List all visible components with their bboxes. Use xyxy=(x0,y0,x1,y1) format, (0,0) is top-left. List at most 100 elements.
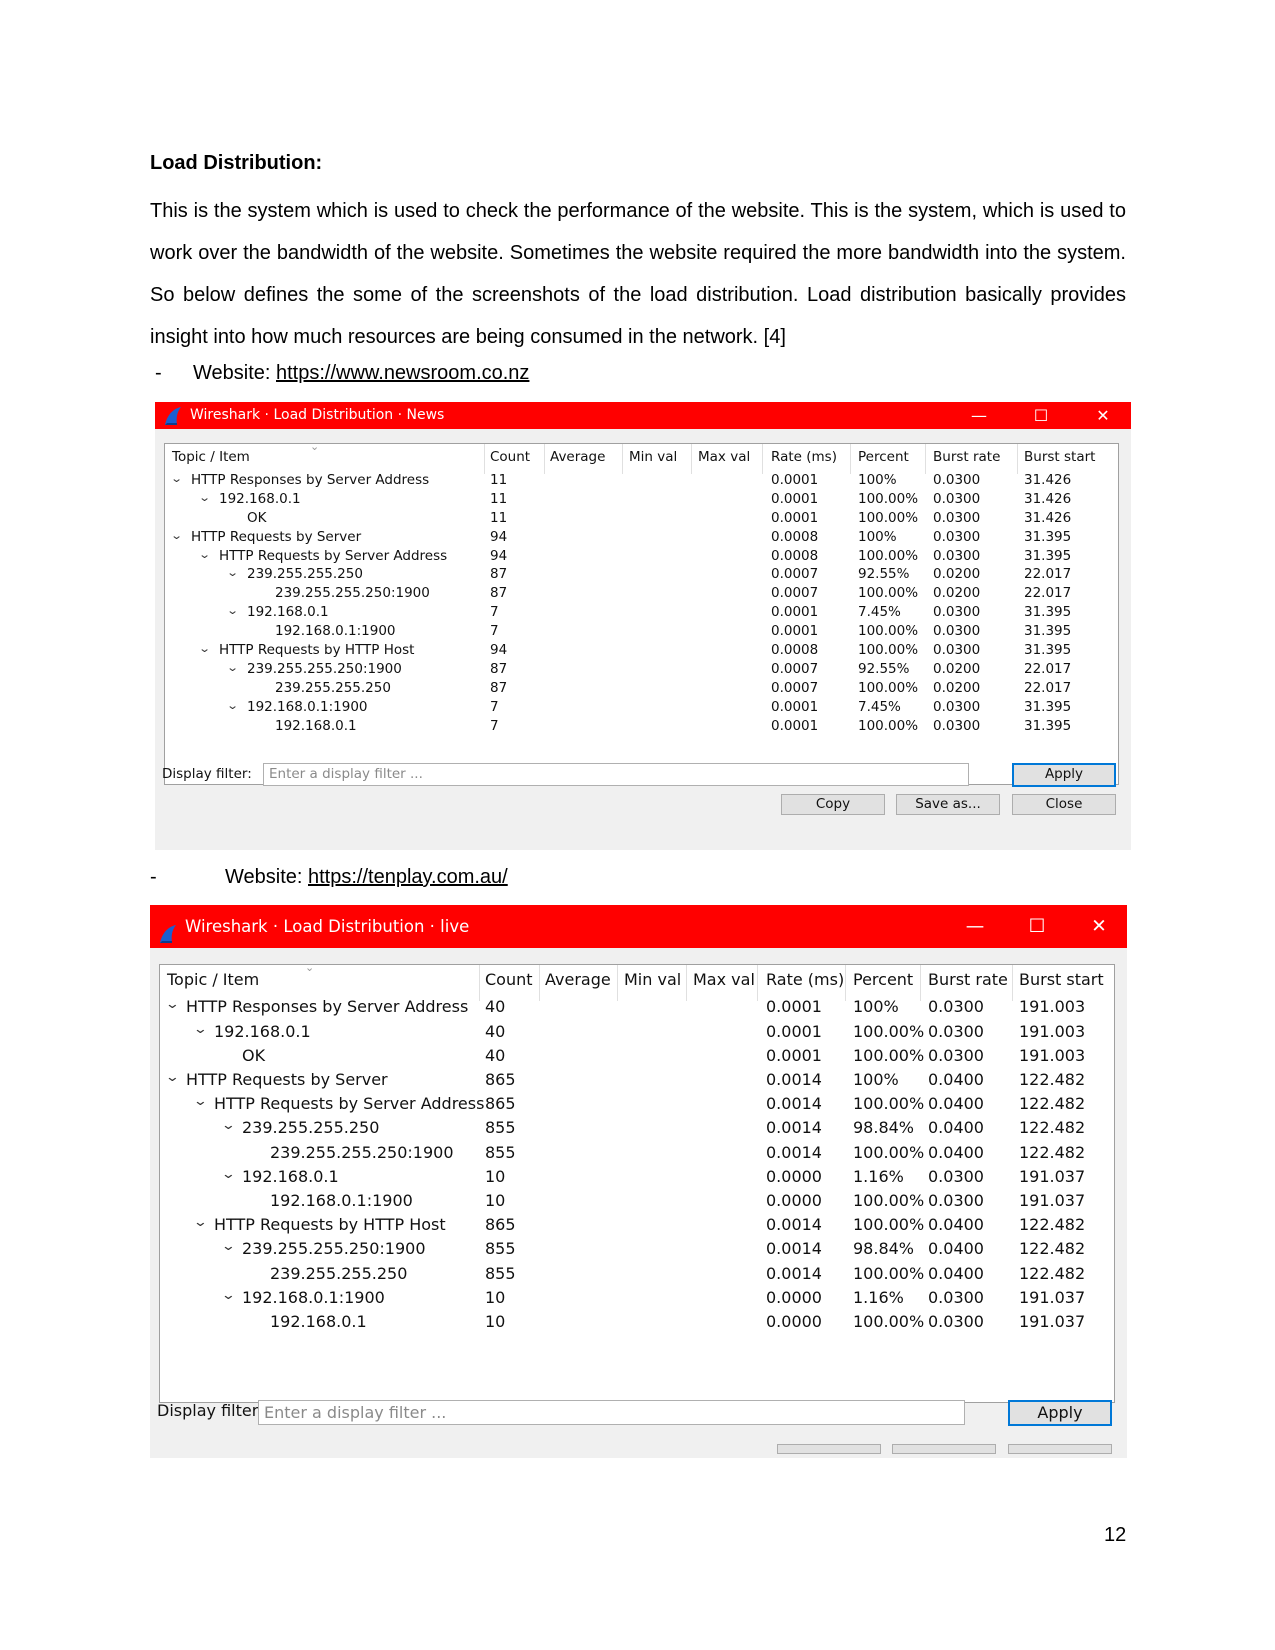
column-header-burst-rate[interactable]: Burst rate xyxy=(933,449,1000,465)
table-row[interactable]: 239.255.255.250 855 0.0014 100.00% 0.0400 122… xyxy=(160,1264,1114,1288)
column-header-count[interactable]: Count xyxy=(490,449,530,465)
close-button[interactable]: ✕ xyxy=(1079,905,1119,948)
table-row[interactable]: ⌄ HTTP Responses by Server Address 40 0.000… xyxy=(160,997,1114,1021)
column-header-count[interactable]: Count xyxy=(485,970,533,989)
table-row[interactable]: ⌄ 192.168.0.1 10 0.0000 1.16% 0.0300 191.037 xyxy=(160,1167,1114,1191)
copy-button[interactable]: Copy xyxy=(781,794,885,815)
apply-button[interactable]: Apply xyxy=(1012,763,1116,787)
dialog-button[interactable] xyxy=(1008,1444,1112,1454)
column-separator[interactable] xyxy=(544,444,545,474)
column-header-average[interactable]: Average xyxy=(545,970,611,989)
dialog-button[interactable] xyxy=(892,1444,996,1454)
table-row[interactable]: ⌄ 239.255.255.250 855 0.0014 98.84% 0.0400 122… xyxy=(160,1118,1114,1142)
table-row[interactable]: ⌄ 192.168.0.1:1900 7 0.0001 7.45% 0.0300 31.39… xyxy=(165,699,1118,718)
column-separator[interactable] xyxy=(925,444,926,474)
expand-chevron-icon[interactable]: ⌄ xyxy=(226,566,239,579)
column-separator[interactable] xyxy=(762,444,763,474)
expand-chevron-icon[interactable]: ⌄ xyxy=(193,1094,208,1109)
expand-chevron-icon[interactable]: ⌄ xyxy=(226,661,239,674)
expand-chevron-icon[interactable]: ⌄ xyxy=(226,699,239,712)
table-row[interactable]: 192.168.0.1 7 0.0001 100.00% 0.0300 31.395 xyxy=(165,718,1118,737)
minimize-button[interactable]: — xyxy=(955,905,995,948)
column-separator[interactable] xyxy=(539,965,540,1001)
website-link[interactable]: https://tenplay.com.au/ xyxy=(308,866,508,888)
column-header-rate-ms[interactable]: Rate (ms) xyxy=(766,970,844,989)
table-row[interactable]: ⌄ 192.168.0.1 40 0.0001 100.00% 0.0300 191.003 xyxy=(160,1022,1114,1046)
column-separator[interactable] xyxy=(691,444,692,474)
expand-chevron-icon[interactable]: ⌄ xyxy=(193,1215,208,1230)
column-header-min-val[interactable]: Min val xyxy=(629,449,677,465)
expand-chevron-icon[interactable]: ⌄ xyxy=(170,529,183,542)
column-separator[interactable] xyxy=(1017,444,1018,474)
column-separator[interactable] xyxy=(686,965,687,1001)
column-header-percent[interactable]: Percent xyxy=(853,970,913,989)
column-header-burst-start[interactable]: Burst start xyxy=(1024,449,1095,465)
expand-chevron-icon[interactable]: ⌄ xyxy=(226,604,239,617)
table-row[interactable]: 192.168.0.1 10 0.0000 100.00% 0.0300 191.037 xyxy=(160,1312,1114,1336)
column-separator[interactable] xyxy=(479,965,480,1001)
table-row[interactable]: OK 40 0.0001 100.00% 0.0300 191.003 xyxy=(160,1046,1114,1070)
table-row[interactable]: ⌄ HTTP Requests by Server Address 865 0.001… xyxy=(160,1094,1114,1118)
display-filter-input[interactable]: Enter a display filter ... xyxy=(258,1400,965,1425)
table-row[interactable]: ⌄ HTTP Requests by Server Address 94 0.0008… xyxy=(165,548,1118,567)
column-separator[interactable] xyxy=(920,965,921,1001)
column-separator[interactable] xyxy=(845,965,846,1001)
table-row[interactable]: ⌄ HTTP Requests by HTTP Host 94 0.0008 100.0… xyxy=(165,642,1118,661)
column-header-burst-start[interactable]: Burst start xyxy=(1019,970,1104,989)
save-as-button[interactable]: Save as... xyxy=(896,794,1000,815)
column-separator[interactable] xyxy=(757,965,758,1001)
close-button[interactable]: Close xyxy=(1012,794,1116,815)
column-separator[interactable] xyxy=(484,444,485,474)
column-header-max-val[interactable]: Max val xyxy=(693,970,755,989)
column-header-min-val[interactable]: Min val xyxy=(624,970,681,989)
display-filter-input[interactable]: Enter a display filter ... xyxy=(263,763,969,786)
cell-burst-rate: 0.0300 xyxy=(928,1021,984,1041)
maximize-button[interactable]: ☐ xyxy=(1017,905,1057,948)
expand-chevron-icon[interactable]: ⌄ xyxy=(221,1118,236,1133)
column-header-max-val[interactable]: Max val xyxy=(698,449,750,465)
table-row[interactable]: ⌄ 192.168.0.1:1900 10 0.0000 1.16% 0.0300 191.… xyxy=(160,1288,1114,1312)
expand-chevron-icon[interactable]: ⌄ xyxy=(221,1167,236,1182)
apply-button[interactable]: Apply xyxy=(1008,1400,1112,1426)
expand-chevron-icon[interactable]: ⌄ xyxy=(165,1070,180,1085)
table-row[interactable]: ⌄ HTTP Requests by Server 94 0.0008 100% 0.03… xyxy=(165,529,1118,548)
close-button[interactable]: ✕ xyxy=(1083,402,1123,429)
expand-chevron-icon[interactable]: ⌄ xyxy=(221,1239,236,1254)
table-row[interactable]: ⌄ 192.168.0.1 11 0.0001 100.00% 0.0300 31.426 xyxy=(165,491,1118,510)
table-row[interactable]: OK 11 0.0001 100.00% 0.0300 31.426 xyxy=(165,510,1118,529)
table-row[interactable]: ⌄ 239.255.255.250 87 0.0007 92.55% 0.0200 22.0… xyxy=(165,566,1118,585)
column-header-percent[interactable]: Percent xyxy=(858,449,909,465)
column-separator[interactable] xyxy=(1012,965,1013,1001)
table-row[interactable]: ⌄ 239.255.255.250:1900 855 0.0014 98.84% 0.04… xyxy=(160,1239,1114,1263)
table-row[interactable]: ⌄ HTTP Requests by HTTP Host 865 0.0014 100.… xyxy=(160,1215,1114,1239)
minimize-button[interactable]: — xyxy=(959,402,999,429)
column-header-topic-item[interactable]: Topic / Item xyxy=(167,970,259,989)
expand-chevron-icon[interactable]: ⌄ xyxy=(193,1022,208,1037)
table-row[interactable]: 192.168.0.1:1900 7 0.0001 100.00% 0.0300 31.3… xyxy=(165,623,1118,642)
table-row[interactable]: 239.255.255.250:1900 87 0.0007 100.00% 0.020… xyxy=(165,585,1118,604)
expand-chevron-icon[interactable]: ⌄ xyxy=(165,997,180,1012)
column-separator[interactable] xyxy=(622,444,623,474)
cell-rate: 0.0008 xyxy=(771,547,819,564)
expand-chevron-icon[interactable]: ⌄ xyxy=(198,642,211,655)
column-header-rate-ms[interactable]: Rate (ms) xyxy=(771,449,837,465)
expand-chevron-icon[interactable]: ⌄ xyxy=(170,472,183,485)
column-separator[interactable] xyxy=(617,965,618,1001)
table-row[interactable]: ⌄ HTTP Requests by Server 865 0.0014 100% 0.0… xyxy=(160,1070,1114,1094)
expand-chevron-icon[interactable]: ⌄ xyxy=(198,548,211,561)
website-link[interactable]: https://www.newsroom.co.nz xyxy=(276,362,529,384)
table-row[interactable]: 239.255.255.250 87 0.0007 100.00% 0.0200 22.0… xyxy=(165,680,1118,699)
table-row[interactable]: ⌄ 192.168.0.1 7 0.0001 7.45% 0.0300 31.395 xyxy=(165,604,1118,623)
dialog-button[interactable] xyxy=(777,1444,881,1454)
maximize-button[interactable]: ☐ xyxy=(1021,402,1061,429)
table-row[interactable]: ⌄ 239.255.255.250:1900 87 0.0007 92.55% 0.020… xyxy=(165,661,1118,680)
table-row[interactable]: 192.168.0.1:1900 10 0.0000 100.00% 0.0300 191… xyxy=(160,1191,1114,1215)
column-header-topic-item[interactable]: Topic / Item xyxy=(172,449,250,465)
table-row[interactable]: 239.255.255.250:1900 855 0.0014 100.00% 0.04… xyxy=(160,1143,1114,1167)
column-separator[interactable] xyxy=(850,444,851,474)
column-header-burst-rate[interactable]: Burst rate xyxy=(928,970,1008,989)
column-header-average[interactable]: Average xyxy=(550,449,605,465)
expand-chevron-icon[interactable]: ⌄ xyxy=(198,491,211,504)
table-row[interactable]: ⌄ HTTP Responses by Server Address 11 0.000… xyxy=(165,472,1118,491)
expand-chevron-icon[interactable]: ⌄ xyxy=(221,1288,236,1303)
